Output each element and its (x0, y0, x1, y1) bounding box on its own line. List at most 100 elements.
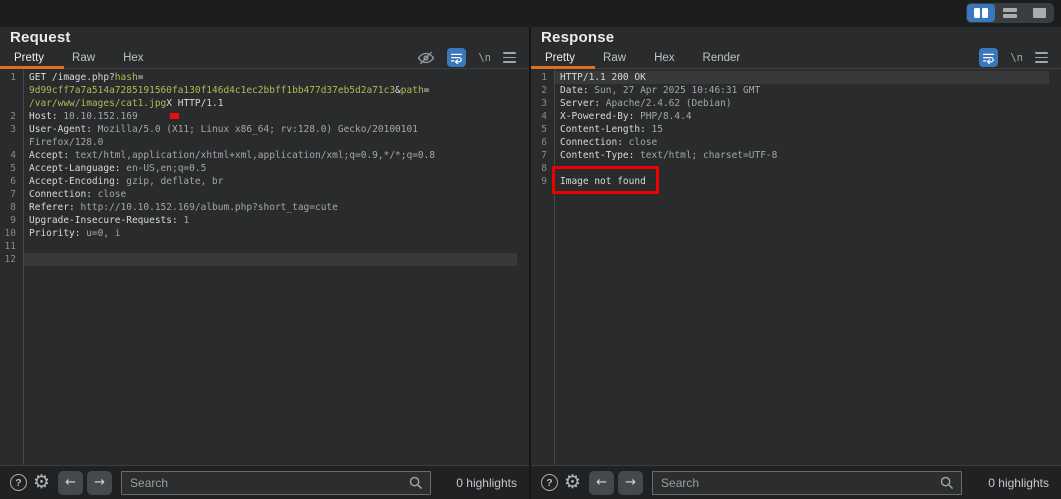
tab-raw[interactable]: Raw (58, 47, 109, 68)
code-line[interactable]: 5 Content-Length: 15 (531, 123, 1061, 136)
code-line[interactable]: 4 Accept: text/html,application/xhtml+xml… (0, 149, 529, 162)
line-number (0, 136, 23, 149)
code-line[interactable]: 8 Referer: http://10.10.152.169/album.php… (0, 201, 529, 214)
request-search-bar: ? ⚙ ← → 0 highlights (0, 465, 529, 499)
code-text: Content-Type: text/html; charset=UTF-8 (560, 150, 778, 161)
code-text: HTTP/1.1 200 OK (554, 71, 1049, 84)
rows-layout-button[interactable] (996, 4, 1024, 22)
settings-gear-icon[interactable]: ⚙ (33, 473, 50, 492)
prev-match-button[interactable]: ← (58, 470, 84, 495)
request-editor-toolbar: \n (417, 48, 516, 67)
request-editor[interactable]: 1 GET /image.php?hash= 9d99cff7a7a514a7285… (0, 69, 529, 465)
code-text: Accept: text/html,application/xhtml+xml,… (29, 150, 436, 161)
code-text: Connection: close (560, 137, 658, 148)
gutter-divider (23, 69, 24, 465)
soft-wrap-button[interactable] (979, 48, 999, 67)
tab-pretty[interactable]: Pretty (0, 47, 58, 68)
help-icon[interactable]: ? (541, 474, 558, 491)
help-icon[interactable]: ? (10, 474, 27, 491)
line-number: 12 (4, 254, 16, 265)
line-number: 10 (4, 228, 16, 239)
code-line[interactable]: 7 Connection: close (0, 188, 529, 201)
code-line[interactable]: 4 X-Powered-By: PHP/8.4.4 (531, 110, 1061, 123)
line-number: 3 (10, 124, 16, 135)
code-line[interactable]: 12 (0, 253, 529, 266)
columns-icon (974, 8, 988, 18)
line-number: 3 (541, 98, 547, 109)
line-number: 1 (10, 72, 16, 83)
line-number: 11 (4, 241, 16, 252)
tab-raw[interactable]: Raw (589, 47, 640, 68)
request-panel: Request Pretty Raw Hex \n 1 GET /image.p… (0, 27, 529, 499)
newline-toggle-icon[interactable]: \n (478, 52, 491, 64)
code-line[interactable]: 11 (0, 240, 529, 253)
code-line[interactable]: 3 Server: Apache/2.4.62 (Debian) (531, 97, 1061, 110)
code-text: X-Powered-By: PHP/8.4.4 (560, 111, 692, 122)
line-number: 8 (10, 202, 16, 213)
line-number: 9 (10, 215, 16, 226)
wrap-icon (451, 53, 463, 64)
code-text: Firefox/128.0 (29, 137, 104, 148)
code-text: Host: 10.10.152.169 (29, 111, 138, 122)
tab-pretty[interactable]: Pretty (531, 47, 589, 68)
code-text: Content-Length: 15 (560, 124, 663, 135)
next-match-button[interactable]: → (618, 470, 644, 495)
prev-match-button[interactable]: ← (589, 470, 615, 495)
hide-matches-icon[interactable] (417, 49, 435, 67)
line-number: 5 (541, 124, 547, 135)
search-icon (940, 476, 954, 489)
line-number: 4 (541, 111, 547, 122)
wrap-icon (983, 53, 995, 64)
single-layout-button[interactable] (1025, 4, 1053, 22)
line-number: 4 (10, 150, 16, 161)
layout-toggle-group (966, 3, 1054, 23)
soft-wrap-button[interactable] (447, 48, 467, 67)
active-tab-underline (0, 66, 64, 69)
code-text (23, 253, 517, 266)
settings-gear-icon[interactable]: ⚙ (564, 473, 581, 492)
newline-toggle-icon[interactable]: \n (1010, 52, 1023, 64)
code-text: /var/www/images/cat1.jpgX HTTP/1.1 (29, 98, 224, 109)
code-text: Accept-Encoding: gzip, deflate, br (29, 176, 224, 187)
code-line[interactable]: 7 Content-Type: text/html; charset=UTF-8 (531, 149, 1061, 162)
code-line[interactable]: 2 Date: Sun, 27 Apr 2025 10:46:31 GMT (531, 84, 1061, 97)
request-tab-bar: Pretty Raw Hex \n (0, 47, 529, 69)
gutter-divider (554, 69, 555, 465)
code-line[interactable]: 5 Accept-Language: en-US,en;q=0.5 (0, 162, 529, 175)
response-editor[interactable]: 1 HTTP/1.1 200 OK 2 Date: Sun, 27 Apr 2025 … (531, 69, 1061, 465)
code-line[interactable]: 1 GET /image.php?hash= (0, 71, 529, 84)
request-title: Request (10, 28, 71, 46)
editor-menu-icon[interactable] (1035, 52, 1048, 63)
request-tabs: Pretty Raw Hex (0, 47, 158, 68)
search-input[interactable] (121, 470, 432, 495)
search-icon (409, 476, 423, 489)
next-match-button[interactable]: → (87, 470, 113, 495)
code-line[interactable]: 1 HTTP/1.1 200 OK (531, 71, 1061, 84)
code-line[interactable]: 9 Upgrade-Insecure-Requests: 1 (0, 214, 529, 227)
code-line[interactable]: /var/www/images/cat1.jpgX HTTP/1.1 (0, 97, 529, 110)
code-line[interactable]: 2 Host: 10.10.152.169 (0, 110, 529, 123)
code-line[interactable]: 10 Priority: u=0, i (0, 227, 529, 240)
response-search-bar: ? ⚙ ← → 0 highlights (531, 465, 1061, 499)
line-number: 7 (541, 150, 547, 161)
code-text: GET /image.php?hash= (29, 72, 144, 83)
code-text: 9d99cff7a7a514a7285191560fa130f146d4c1ec… (29, 85, 430, 96)
editor-menu-icon[interactable] (503, 52, 516, 63)
code-line[interactable]: 3 User-Agent: Mozilla/5.0 (X11; Linux x86… (0, 123, 529, 136)
code-text: User-Agent: Mozilla/5.0 (X11; Linux x86_… (29, 124, 418, 135)
tab-hex[interactable]: Hex (109, 47, 157, 68)
tab-render[interactable]: Render (689, 47, 755, 68)
response-editor-toolbar: \n (979, 48, 1048, 67)
search-field (652, 470, 963, 495)
code-line[interactable]: 6 Accept-Encoding: gzip, deflate, br (0, 175, 529, 188)
line-number: 7 (10, 189, 16, 200)
search-input[interactable] (652, 470, 963, 495)
code-line[interactable]: Firefox/128.0 (0, 136, 529, 149)
tab-hex[interactable]: Hex (640, 47, 688, 68)
code-line[interactable]: 9d99cff7a7a514a7285191560fa130f146d4c1ec… (0, 84, 529, 97)
columns-layout-button[interactable] (967, 4, 995, 22)
response-tabs: Pretty Raw Hex Render (531, 47, 754, 68)
code-line[interactable]: 6 Connection: close (531, 136, 1061, 149)
line-number: 9 (541, 176, 547, 187)
